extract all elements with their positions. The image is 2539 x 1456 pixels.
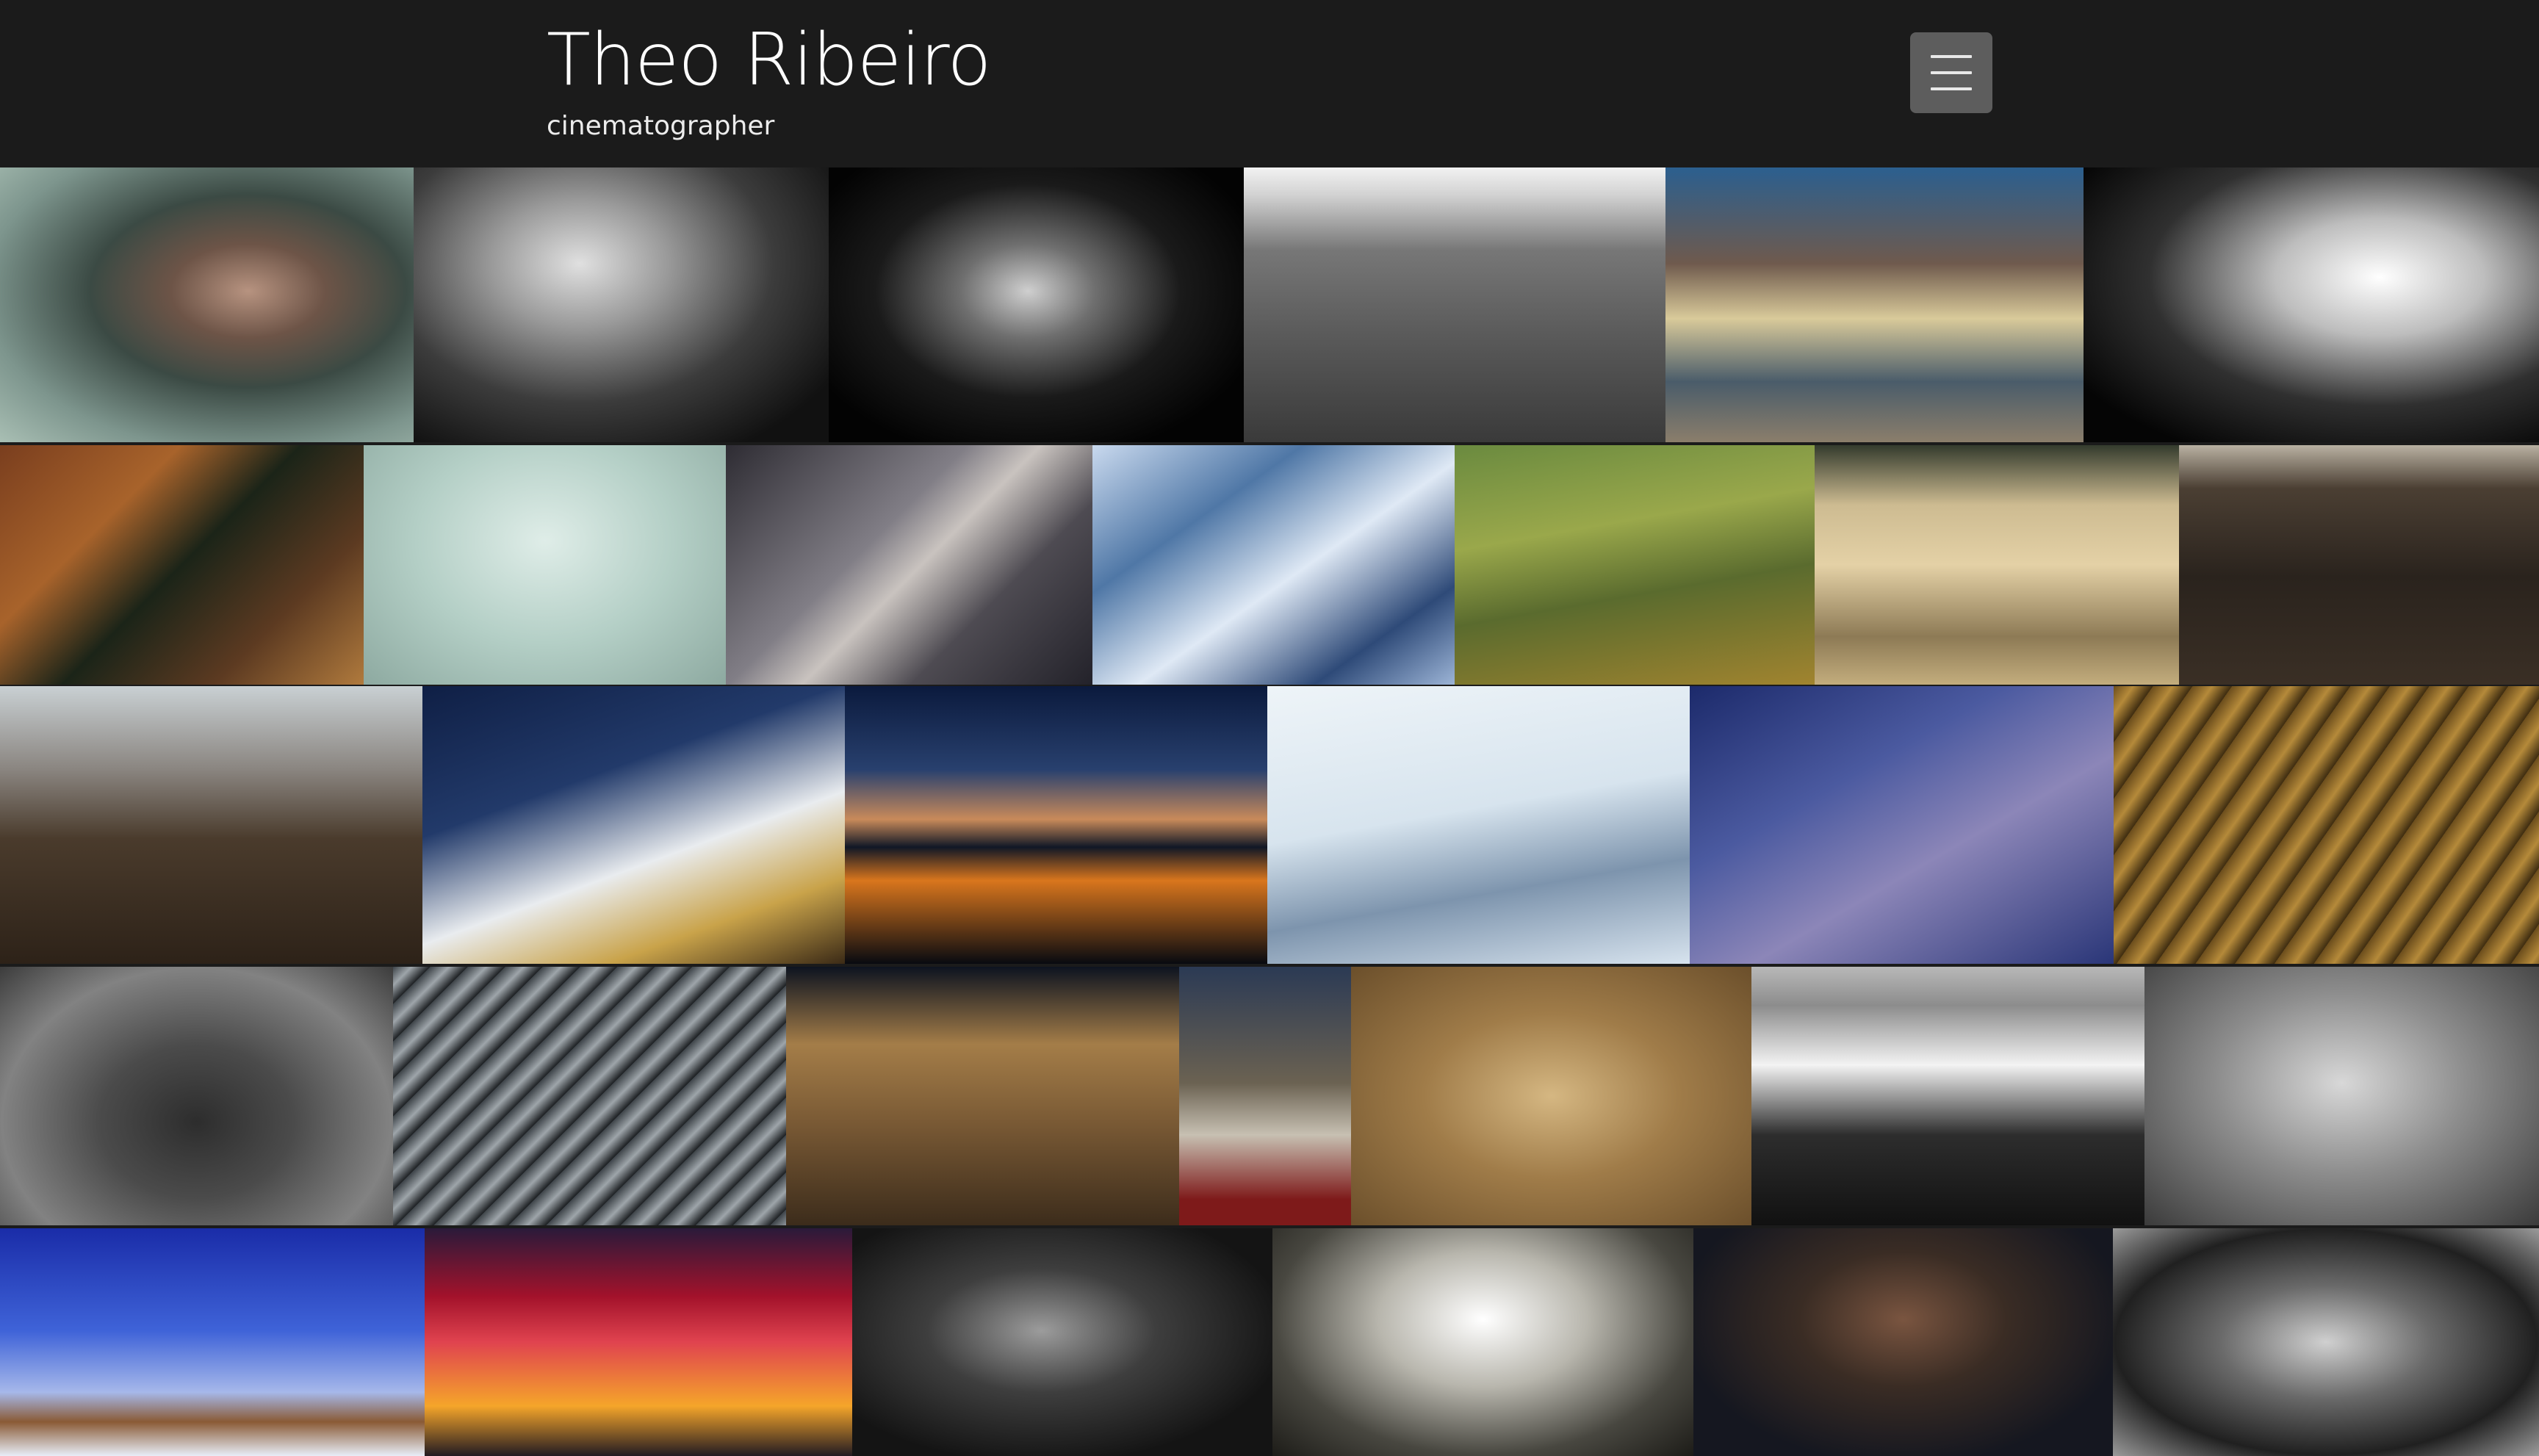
photo-girl-portrait[interactable] xyxy=(0,167,414,442)
photo-people-mud-helping[interactable] xyxy=(1351,967,1751,1225)
photo-woman-food[interactable] xyxy=(1693,1228,2113,1456)
photo-climber-cliff[interactable] xyxy=(0,445,364,685)
gallery-row xyxy=(0,967,2539,1225)
photo-terraced-valley[interactable] xyxy=(1690,686,2114,964)
gallery-row xyxy=(0,686,2539,964)
photo-sand-dunes[interactable] xyxy=(1815,445,2179,685)
photo-dark-hills-runner[interactable] xyxy=(2179,445,2539,685)
gallery-row xyxy=(0,1228,2539,1456)
photo-two-men-seated-bw[interactable] xyxy=(2144,967,2539,1225)
gallery-row xyxy=(0,167,2539,442)
photo-gallery xyxy=(0,167,2539,1456)
photo-forest-aerial-bw[interactable] xyxy=(0,967,393,1225)
menu-button[interactable] xyxy=(1910,32,1992,113)
brand[interactable]: Theo Ribeiro cinematographer xyxy=(547,16,992,143)
photo-glacier-aerial[interactable] xyxy=(1092,445,1455,685)
photo-car-drifting-smoke[interactable] xyxy=(2084,167,2539,442)
photo-miner-helmet-bw[interactable] xyxy=(852,1228,1272,1456)
photo-boy-portrait-field[interactable] xyxy=(1272,1228,1693,1456)
photo-hands-over-eyes[interactable] xyxy=(414,167,829,442)
site-header: Theo Ribeiro cinematographer xyxy=(0,0,2539,167)
photo-indigenous-man-bw[interactable] xyxy=(2113,1228,2539,1456)
site-tagline: cinematographer xyxy=(547,111,775,141)
site-title[interactable]: Theo Ribeiro xyxy=(547,16,992,104)
photo-cyclists-dust[interactable] xyxy=(0,686,422,964)
photo-man-sheep[interactable] xyxy=(1179,967,1351,1225)
photo-batteries-rows[interactable] xyxy=(393,967,786,1225)
photo-mountaineer-snow-night[interactable] xyxy=(422,686,845,964)
photo-building-bw[interactable] xyxy=(1244,167,1665,442)
hamburger-icon xyxy=(1931,55,1972,58)
photo-crop-rows-golden[interactable] xyxy=(2114,686,2539,964)
photo-sunset-city[interactable] xyxy=(425,1228,852,1456)
photo-cactus-salt-flat[interactable] xyxy=(0,1228,425,1456)
photo-ruined-house-night[interactable] xyxy=(786,967,1179,1225)
photo-rickshaw-street[interactable] xyxy=(1665,167,2084,442)
photo-mountaineers-fog[interactable] xyxy=(364,445,726,685)
photo-ice-axe-rock[interactable] xyxy=(726,445,1092,685)
gallery-row xyxy=(0,445,2539,685)
photo-tents-lake-dusk[interactable] xyxy=(845,686,1267,964)
hamburger-icon-line xyxy=(1931,87,1972,90)
photo-boy-jumping-water[interactable] xyxy=(1751,967,2144,1225)
photo-man-face-dark[interactable] xyxy=(829,167,1244,442)
photo-snowfield-climbers[interactable] xyxy=(1267,686,1690,964)
hamburger-icon-line xyxy=(1931,71,1972,74)
photo-green-field-road[interactable] xyxy=(1455,445,1815,685)
